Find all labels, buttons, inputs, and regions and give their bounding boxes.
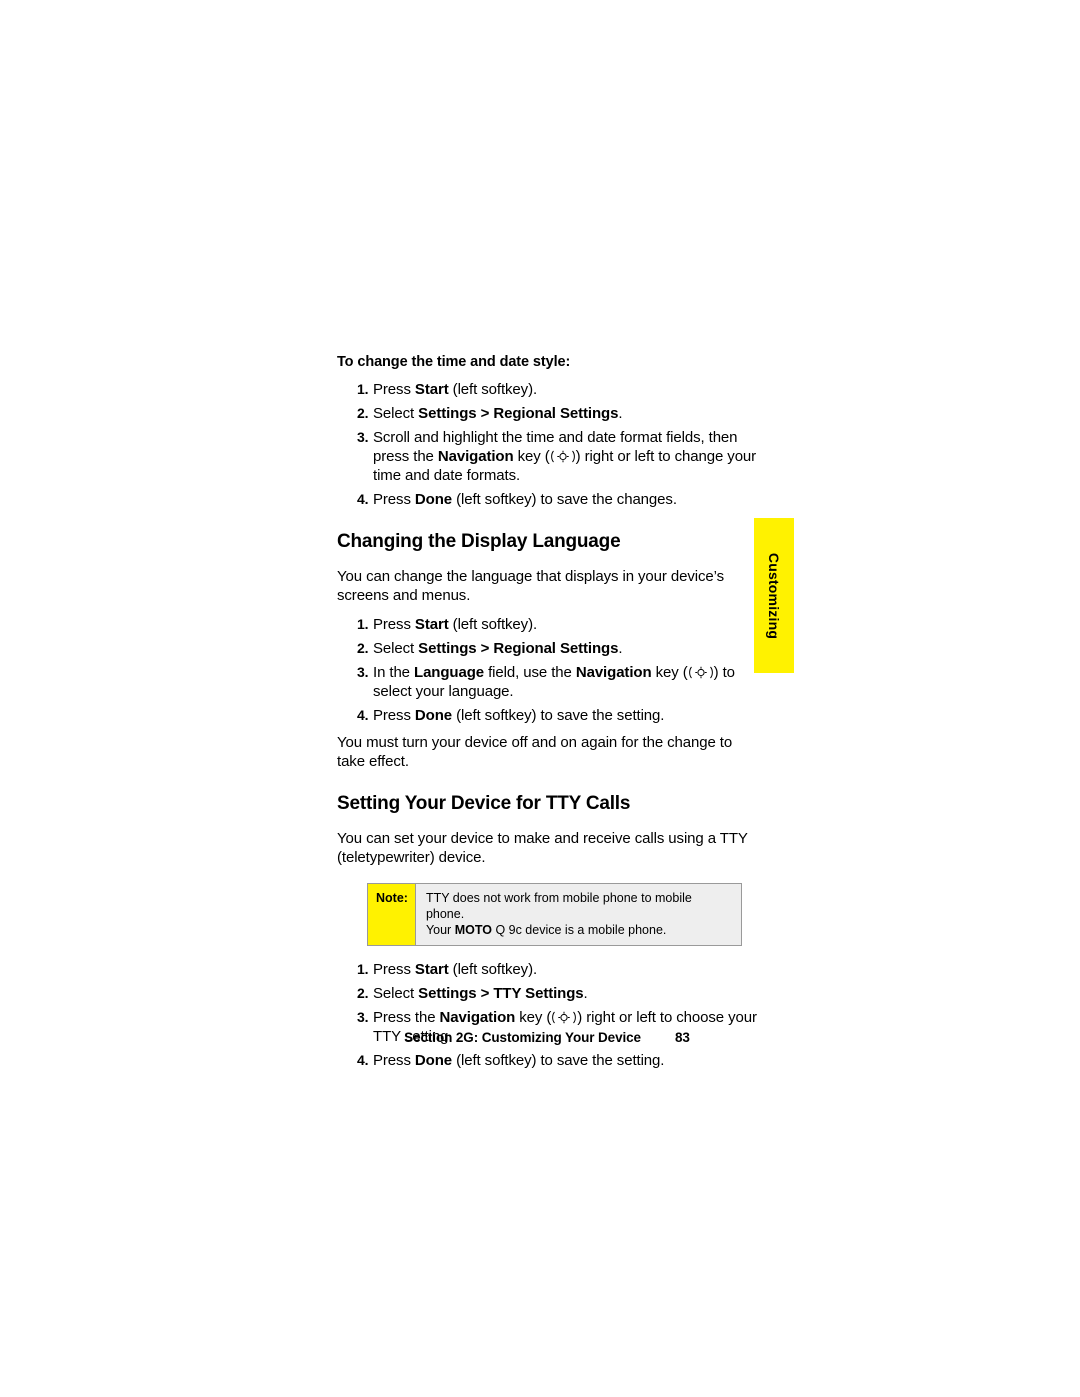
step-number: 1. (357, 616, 369, 632)
step-text: Scroll and highlight the time and date f… (373, 429, 757, 484)
step-number: 3. (357, 429, 369, 445)
step-text: Select Settings > TTY Settings. (373, 985, 588, 1002)
page-content: To change the time and date style: 1. Pre… (337, 354, 757, 1078)
note-box: Note: TTY does not work from mobile phon… (367, 883, 742, 946)
list-item: 4. Press Done (left softkey) to save the … (337, 490, 757, 509)
manual-page: Customizing To change the time and date … (0, 0, 1080, 1397)
list-item: 1. Press Start (left softkey). (337, 960, 757, 979)
step-text: Press Done (left softkey) to save the se… (373, 1052, 665, 1069)
step-text: Press Start (left softkey). (373, 381, 538, 398)
note-label: Note: (368, 884, 416, 945)
page-footer: Section 2G: Customizing Your Device 83 (337, 1030, 757, 1045)
note-text: TTY does not work from mobile phone to m… (415, 884, 741, 945)
footer-page-number: 83 (674, 1030, 690, 1045)
list-item: 4. Press Done (left softkey) to save the … (337, 706, 757, 725)
list-item: 2. Select Settings > Regional Settings. (337, 404, 757, 423)
step-text: Press Done (left softkey) to save the se… (373, 707, 665, 724)
list-item: 4. Press Done (left softkey) to save the … (337, 1051, 757, 1070)
step-text: Press Start (left softkey). (373, 616, 538, 633)
list-item: 1. Press Start (left softkey). (337, 380, 757, 399)
display-language-steps: 1. Press Start (left softkey). 2. Select Se… (337, 615, 757, 725)
note-line-2: Your MOTO Q 9c device is a mobile phone. (425, 923, 667, 937)
side-tab-customizing: Customizing (754, 518, 794, 673)
step-text: Select Settings > Regional Settings. (373, 405, 623, 422)
step-number: 2. (357, 405, 369, 421)
list-item: 3. Scroll and highlight the time and date… (337, 428, 757, 485)
section-heading-tty-calls: Setting Your Device for TTY Calls (337, 793, 631, 814)
navigation-key-icon (688, 666, 714, 679)
step-text: In the Language field, use the Navigatio… (373, 664, 735, 700)
tty-steps: 1. Press Start (left softkey). 2. Select Se… (337, 960, 757, 1070)
side-tab-label: Customizing (766, 552, 782, 639)
step-text: Press Done (left softkey) to save the ch… (373, 491, 677, 508)
step-number: 4. (357, 707, 369, 723)
step-number: 4. (357, 491, 369, 507)
step-number: 3. (357, 1009, 369, 1025)
intro-heading: To change the time and date style: (337, 354, 571, 370)
step-number: 4. (357, 1052, 369, 1068)
list-item: 2. Select Settings > Regional Settings. (337, 639, 757, 658)
tty-paragraph-1: You can set your device to make and rece… (337, 830, 748, 866)
display-language-paragraph-2: You must turn your device off and on aga… (337, 734, 733, 770)
navigation-key-icon (551, 1011, 577, 1024)
section-heading-display-language: Changing the Display Language (337, 531, 621, 552)
step-number: 2. (357, 640, 369, 656)
intro-steps: 1. Press Start (left softkey). 2. Select Se… (337, 380, 757, 509)
step-text: Press Start (left softkey). (373, 961, 538, 978)
display-language-paragraph-1: You can change the language that display… (337, 568, 724, 604)
step-number: 3. (357, 664, 369, 680)
step-number: 2. (357, 985, 369, 1001)
footer-section-label: Section 2G: Customizing Your Device (404, 1030, 641, 1045)
step-number: 1. (357, 381, 369, 397)
step-number: 1. (357, 961, 369, 977)
note-line-1: TTY does not work from mobile phone to m… (425, 891, 692, 921)
list-item: 2. Select Settings > TTY Settings. (337, 984, 757, 1003)
navigation-key-icon (550, 450, 576, 463)
step-text: Select Settings > Regional Settings. (373, 640, 623, 657)
list-item: 3. In the Language field, use the Navigat… (337, 663, 757, 701)
list-item: 1. Press Start (left softkey). (337, 615, 757, 634)
